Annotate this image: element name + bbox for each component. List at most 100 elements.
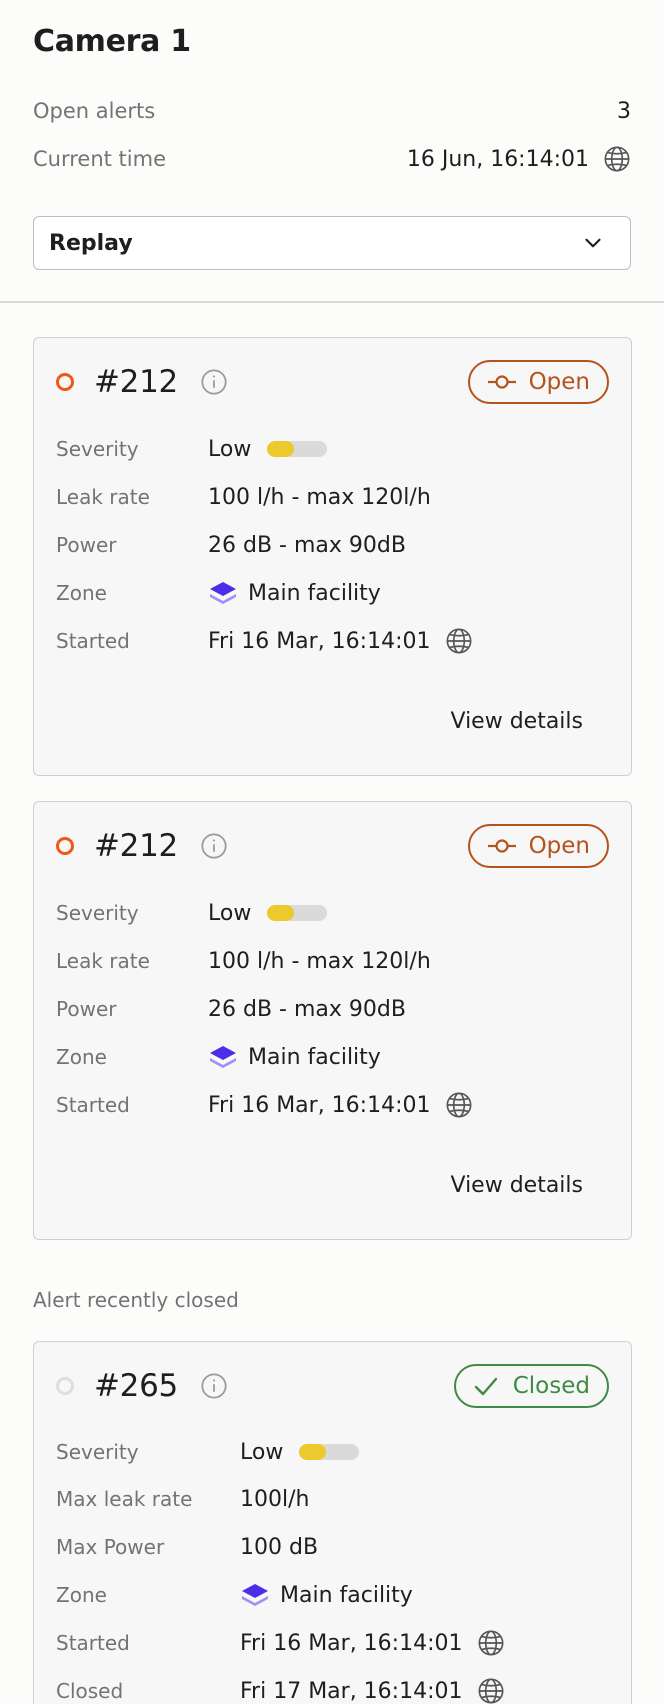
status-badge-label: Open	[528, 833, 590, 859]
globe-icon[interactable]	[603, 145, 631, 173]
camera-alerts-panel: Camera 1 Open alerts 3 Current time 16 J…	[0, 0, 664, 1704]
closed-text: Fri 17 Mar, 16:14:01	[240, 1678, 463, 1704]
open-alerts-count: 3	[617, 98, 631, 124]
status-badge: Closed	[453, 1364, 609, 1408]
started-value: Fri 16 Mar, 16:14:01	[240, 1629, 505, 1657]
status-badge-label: Closed	[512, 1373, 590, 1399]
info-icon[interactable]	[200, 368, 228, 396]
started-label: Started	[56, 1631, 130, 1655]
started-text: Fri 16 Mar, 16:14:01	[208, 628, 431, 654]
closed-row: Closed Fri 17 Mar, 16:14:01	[56, 1676, 609, 1704]
power-label: Power	[56, 997, 117, 1021]
max-power-value: 100 dB	[240, 1534, 319, 1560]
commit-icon	[487, 372, 517, 392]
zone-text: Main facility	[248, 1044, 381, 1070]
alert-id: #212	[94, 828, 178, 864]
alert-card-header: #212 Open	[56, 822, 609, 870]
layers-icon	[208, 580, 238, 606]
started-label: Started	[56, 1093, 130, 1117]
started-text: Fri 16 Mar, 16:14:01	[240, 1630, 463, 1656]
current-time-text: 16 Jun, 16:14:01	[406, 146, 589, 172]
severity-bar	[299, 1444, 360, 1460]
severity-text: Low	[240, 1439, 284, 1465]
leak-rate-label: Leak rate	[56, 485, 150, 509]
globe-icon[interactable]	[477, 1677, 505, 1704]
commit-icon	[487, 836, 517, 856]
status-badge-label: Open	[528, 369, 590, 395]
severity-row: Severity Low	[56, 434, 609, 464]
power-row: Power 26 dB - max 90dB	[56, 994, 609, 1024]
alert-card: #212 Open Severity Low Leak rate 100 l/h…	[33, 337, 632, 776]
globe-icon[interactable]	[445, 627, 473, 655]
power-label: Power	[56, 533, 117, 557]
current-time-value: 16 Jun, 16:14:01	[407, 145, 631, 173]
alert-card: #212 Open Severity Low Leak rate 100 l/h…	[33, 801, 632, 1240]
started-label: Started	[56, 629, 130, 653]
max-leak-rate-label: Max leak rate	[56, 1487, 193, 1511]
leak-rate-value: 100 l/h - max 120l/h	[208, 484, 431, 510]
closed-status-dot	[56, 1377, 74, 1395]
closed-alert-card: #265 Closed Severity Low Max leak rate 1…	[33, 1341, 632, 1704]
recently-closed-heading: Alert recently closed	[33, 1288, 239, 1312]
closed-label: Closed	[56, 1679, 124, 1703]
globe-icon[interactable]	[477, 1629, 505, 1657]
started-text: Fri 16 Mar, 16:14:01	[208, 1092, 431, 1118]
chevron-down-icon	[580, 230, 606, 256]
layers-icon	[208, 1044, 238, 1070]
zone-label: Zone	[56, 1583, 107, 1607]
severity-bar	[267, 905, 328, 921]
current-time-row: Current time 16 Jun, 16:14:01	[33, 144, 631, 174]
zone-value: Main facility	[208, 1044, 381, 1070]
zone-text: Main facility	[280, 1582, 413, 1608]
severity-label: Severity	[56, 437, 139, 461]
open-status-dot	[56, 373, 74, 391]
max-leak-rate-row: Max leak rate 100l/h	[56, 1484, 609, 1514]
severity-row: Severity Low	[56, 1437, 609, 1467]
layers-icon	[240, 1582, 270, 1608]
open-alerts-label: Open alerts	[33, 99, 156, 123]
zone-row: Zone Main facility	[56, 1042, 609, 1072]
leak-rate-row: Leak rate 100 l/h - max 120l/h	[56, 482, 609, 512]
header-divider	[0, 301, 664, 303]
zone-label: Zone	[56, 581, 107, 605]
alert-id: #265	[94, 1368, 178, 1404]
page-title: Camera 1	[33, 24, 191, 59]
info-icon[interactable]	[200, 832, 228, 860]
max-power-row: Max Power 100 dB	[56, 1532, 609, 1562]
leak-rate-row: Leak rate 100 l/h - max 120l/h	[56, 946, 609, 976]
zone-label: Zone	[56, 1045, 107, 1069]
severity-bar	[267, 441, 328, 457]
status-badge: Open	[467, 824, 609, 868]
severity-bar-fill	[299, 1444, 327, 1460]
leak-rate-value: 100 l/h - max 120l/h	[208, 948, 431, 974]
zone-value: Main facility	[208, 580, 381, 606]
started-row: Started Fri 16 Mar, 16:14:01	[56, 1628, 609, 1658]
started-row: Started Fri 16 Mar, 16:14:01	[56, 626, 609, 656]
status-badge: Open	[467, 360, 609, 404]
severity-text: Low	[208, 436, 252, 462]
leak-rate-label: Leak rate	[56, 949, 150, 973]
power-value: 26 dB - max 90dB	[208, 532, 406, 558]
view-details-link[interactable]: View details	[451, 709, 584, 734]
zone-row: Zone Main facility	[56, 578, 609, 608]
mode-select-value: Replay	[49, 230, 133, 256]
started-value: Fri 16 Mar, 16:14:01	[208, 627, 473, 655]
open-alerts-row: Open alerts 3	[33, 96, 631, 126]
zone-value: Main facility	[240, 1582, 413, 1608]
severity-value: Low	[208, 900, 328, 926]
severity-text: Low	[208, 900, 252, 926]
severity-bar-fill	[267, 905, 295, 921]
alert-card-header: #265 Closed	[56, 1362, 609, 1410]
alert-card-header: #212 Open	[56, 358, 609, 406]
severity-bar-fill	[267, 441, 295, 457]
view-details-link[interactable]: View details	[451, 1173, 584, 1198]
open-status-dot	[56, 837, 74, 855]
globe-icon[interactable]	[445, 1091, 473, 1119]
zone-text: Main facility	[248, 580, 381, 606]
closed-value: Fri 17 Mar, 16:14:01	[240, 1677, 505, 1704]
checkmark-icon	[473, 1374, 499, 1398]
severity-value: Low	[240, 1439, 360, 1465]
power-row: Power 26 dB - max 90dB	[56, 530, 609, 560]
info-icon[interactable]	[200, 1372, 228, 1400]
mode-select[interactable]: Replay	[33, 216, 631, 270]
